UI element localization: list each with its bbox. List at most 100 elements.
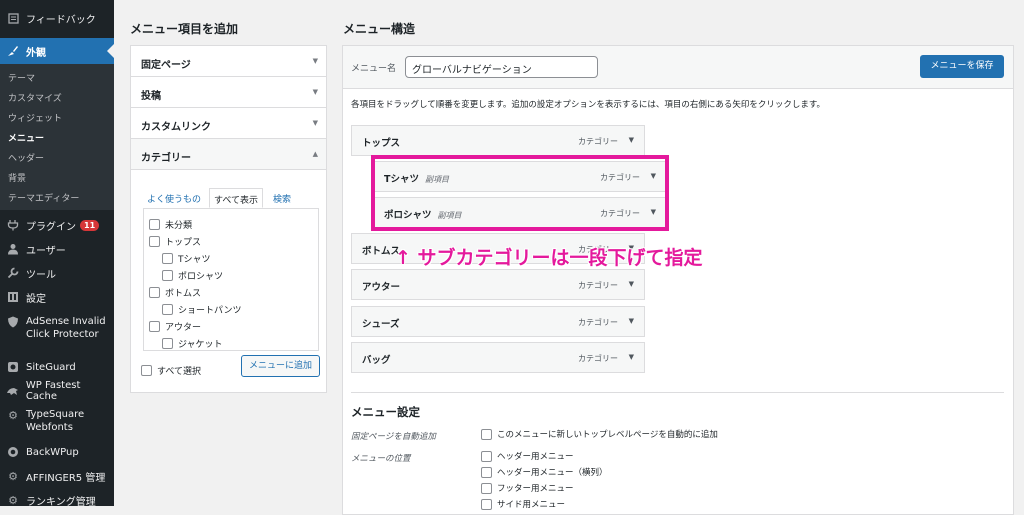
siteguard-icon [6, 360, 20, 374]
sidebar-item-backwpup[interactable]: BackWPup [0, 444, 114, 460]
backwpup-icon [6, 445, 20, 459]
item-type: カテゴリー [578, 318, 618, 327]
sidebar-item-appearance[interactable]: 外観 [0, 38, 114, 64]
sidebar-item-typesquare[interactable]: ⚙ TypeSquare Webfonts [0, 408, 114, 436]
select-all-checkbox[interactable]: すべて選択 [141, 364, 201, 377]
sidebar-item-adsense-protector[interactable]: AdSense Invalid Click Protector [0, 315, 114, 343]
settings-icon [6, 290, 20, 304]
feedback-icon [6, 11, 20, 25]
checkbox[interactable] [149, 219, 160, 230]
category-item-tshirt[interactable]: Tシャツ [162, 252, 211, 265]
checkbox[interactable] [162, 338, 173, 349]
submenu-item-widgets[interactable]: ウィジェット [0, 111, 114, 124]
checkbox[interactable] [481, 498, 492, 510]
sidebar-item-label: AdSense Invalid Click Protector [26, 316, 106, 340]
checkbox[interactable] [481, 428, 492, 440]
menu-name-input[interactable]: グローバルナビゲーション [405, 56, 598, 78]
appearance-brush-icon [6, 44, 20, 58]
category-item-bottoms[interactable]: ボトムス [149, 286, 201, 299]
cheetah-icon [6, 384, 20, 398]
location-header-horizontal[interactable]: ヘッダー用メニュー（横列） [481, 466, 608, 478]
location-label: メニューの位置 [351, 454, 411, 464]
location-side[interactable]: サイド用メニュー [481, 498, 565, 510]
category-item-outer[interactable]: アウター [149, 320, 201, 333]
menu-item-bag[interactable]: バッグ カテゴリー ▼ [351, 342, 645, 373]
checkbox[interactable] [162, 270, 173, 281]
save-menu-button[interactable]: メニューを保存 [920, 55, 1004, 78]
user-icon [6, 242, 20, 256]
accordion-label: カテゴリー [141, 153, 191, 164]
instructions-text: 各項目をドラッグして順番を変更します。追加の設定オプションを表示するには、項目の… [351, 100, 826, 110]
annotation-text: ↑ サブカテゴリーは一段下げて指定 [395, 247, 703, 269]
category-item-polo[interactable]: ポロシャツ [162, 269, 223, 282]
gear-icon: ⚙ [8, 493, 18, 507]
submenu-item-menus[interactable]: メニュー [0, 131, 114, 144]
menu-header-bar: メニュー名 グローバルナビゲーション メニューを保存 [343, 46, 1013, 89]
item-type: カテゴリー [578, 137, 618, 146]
submenu-item-theme[interactable]: テーマ [0, 71, 114, 84]
triangle-down-icon[interactable]: ▼ [629, 136, 634, 144]
accordion-posts[interactable]: 投稿 ▼ [131, 77, 326, 108]
triangle-down-icon[interactable]: ▼ [629, 353, 634, 361]
auto-add-label: 固定ページを自動追加 [351, 432, 436, 442]
checkbox[interactable] [481, 466, 492, 478]
submenu-item-customize[interactable]: カスタマイズ [0, 91, 114, 104]
sidebar-item-ranking[interactable]: ⚙ ランキング管理 [0, 492, 114, 507]
category-item-shorts[interactable]: ショートパンツ [162, 303, 241, 316]
menu-item-tops[interactable]: トップス カテゴリー ▼ [351, 125, 645, 156]
checkbox[interactable] [149, 287, 160, 298]
accordion-label: 投稿 [141, 91, 161, 102]
category-item-uncategorized[interactable]: 未分類 [149, 218, 192, 231]
admin-sidebar: フィードバック 外観 テーマ カスタマイズ ウィジェット メニュー ヘッダー 背… [0, 0, 114, 506]
sidebar-item-label: ランキング管理 [26, 496, 96, 507]
accordion-label: カスタムリンク [141, 122, 211, 133]
tab-search[interactable]: 検索 [269, 188, 295, 208]
tab-view-all[interactable]: すべて表示 [209, 188, 264, 208]
submenu-item-background[interactable]: 背景 [0, 171, 114, 184]
category-item-tops[interactable]: トップス [149, 235, 201, 248]
sidebar-item-tools[interactable]: ツール [0, 265, 114, 281]
add-items-title: メニュー項目を追加 [130, 22, 239, 36]
auto-add-option[interactable]: このメニューに新しいトップレベルページを自動的に追加 [481, 428, 718, 440]
triangle-down-icon[interactable]: ▼ [629, 317, 634, 325]
triangle-down-icon[interactable]: ▼ [629, 280, 634, 288]
sidebar-item-affinger5[interactable]: ⚙ AFFINGER5 管理 [0, 468, 114, 484]
sidebar-item-label: ユーザー [26, 245, 66, 257]
checkbox[interactable] [141, 365, 152, 376]
checkbox[interactable] [481, 482, 492, 494]
location-header[interactable]: ヘッダー用メニュー [481, 450, 574, 462]
submenu-item-header[interactable]: ヘッダー [0, 151, 114, 164]
categories-body: よく使うもの すべて表示 検索 未分類 トップス Tシャツ ポロシャツ ボトムス… [131, 171, 326, 377]
sidebar-item-plugins[interactable]: プラグイン 11 [0, 217, 114, 233]
sidebar-item-users[interactable]: ユーザー [0, 241, 114, 257]
sidebar-item-feedback[interactable]: フィードバック [0, 5, 114, 31]
accordion-custom-links[interactable]: カスタムリンク ▼ [131, 108, 326, 139]
menu-item-outer[interactable]: アウター カテゴリー ▼ [351, 269, 645, 300]
location-footer[interactable]: フッター用メニュー [481, 482, 574, 494]
checkbox[interactable] [149, 321, 160, 332]
sidebar-item-settings[interactable]: 設定 [0, 289, 114, 305]
sidebar-item-siteguard[interactable]: SiteGuard [0, 359, 114, 375]
sidebar-item-label: フィードバック [26, 14, 96, 26]
wrench-icon [6, 266, 20, 280]
accordion-pages[interactable]: 固定ページ ▼ [131, 46, 326, 77]
update-count-badge: 11 [80, 219, 100, 231]
add-items-panel: 固定ページ ▼ 投稿 ▼ カスタムリンク ▼ カテゴリー ▲ よく使うもの すべ… [130, 45, 327, 393]
tab-most-used[interactable]: よく使うもの [143, 188, 205, 208]
checkbox[interactable] [481, 450, 492, 462]
category-tabs: よく使うもの すべて表示 検索 [143, 188, 323, 208]
submenu-item-theme-editor[interactable]: テーマエディター [0, 191, 114, 204]
checkbox[interactable] [149, 236, 160, 247]
menu-item-shoes[interactable]: シューズ カテゴリー ▼ [351, 306, 645, 337]
sidebar-item-label: 外観 [26, 47, 46, 59]
category-item-jacket[interactable]: ジャケット [162, 337, 223, 350]
checkbox[interactable] [162, 253, 173, 264]
accordion-categories[interactable]: カテゴリー ▲ [131, 139, 326, 170]
sidebar-item-wp-fastest-cache[interactable]: WP Fastest Cache [0, 380, 114, 402]
checkbox[interactable] [162, 304, 173, 315]
plugin-icon [6, 218, 20, 232]
add-to-menu-button[interactable]: メニューに追加 [241, 355, 320, 377]
menu-structure-title: メニュー構造 [343, 22, 416, 36]
accordion-label: 固定ページ [141, 60, 191, 71]
item-type: カテゴリー [578, 354, 618, 363]
